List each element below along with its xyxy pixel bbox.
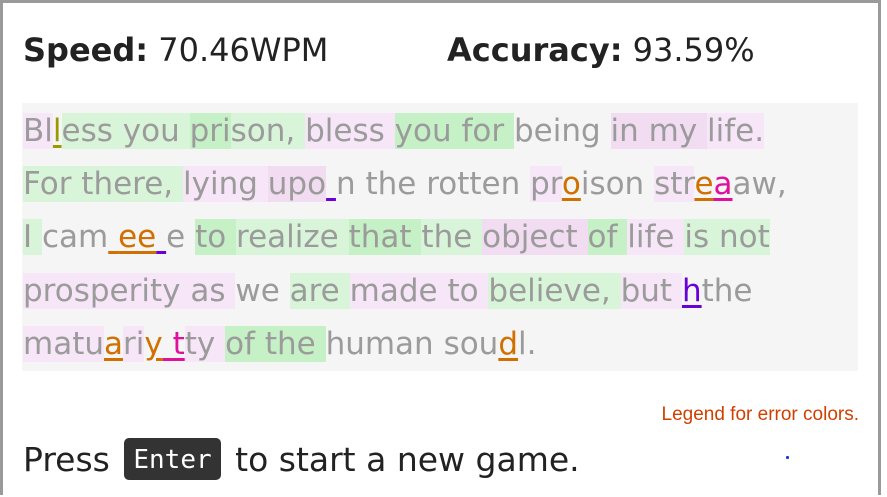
passage-segment: realize xyxy=(236,219,349,255)
passage-segment: object xyxy=(482,219,588,255)
passage-segment: we xyxy=(235,273,290,309)
passage-line: prosperity as we are made to believe, bu… xyxy=(23,271,752,311)
passage-segment: human xyxy=(325,326,444,362)
error-char: a xyxy=(104,326,123,362)
passage-segment: ess xyxy=(61,113,123,149)
passage-segment: the xyxy=(701,273,753,309)
speed-label: Speed: xyxy=(23,31,149,69)
accuracy-label: Accuracy: xyxy=(447,31,623,69)
passage-line: I cam ee e to realize that the object of… xyxy=(23,217,770,257)
passage-segment: I xyxy=(23,219,42,255)
error-char xyxy=(156,219,166,255)
passage-segment: bless xyxy=(305,113,395,149)
error-char: o xyxy=(561,166,581,202)
passage-segment: n xyxy=(335,166,366,202)
passage-segment: there, xyxy=(81,166,184,202)
passage-segment: ri xyxy=(123,326,145,362)
passage-segment: you xyxy=(122,113,190,149)
passage-segment: made xyxy=(349,273,448,309)
error-char: d xyxy=(498,326,519,362)
speed-stat: Speed: 70.46WPM xyxy=(23,30,328,70)
passage-segment: believe, xyxy=(488,273,621,309)
passage-segment: rotten xyxy=(426,166,531,202)
passage-segment: aw, xyxy=(732,166,787,202)
error-char: y xyxy=(144,326,163,362)
passage-segment: pri xyxy=(189,113,231,149)
passage-segment: matu xyxy=(23,326,104,362)
typed-passage: Blless you prison, bless you for being i… xyxy=(22,103,858,371)
passage-segment: the xyxy=(264,326,326,362)
passage-segment: str xyxy=(654,166,695,202)
passage-segment: of xyxy=(587,219,628,255)
passage-segment: lying xyxy=(183,166,268,202)
passage-segment: sou xyxy=(443,326,499,362)
prompt-before: Press xyxy=(23,440,110,479)
error-char xyxy=(163,326,173,362)
accuracy-value: 93.59% xyxy=(632,31,755,69)
error-char: l xyxy=(52,113,62,149)
accuracy-stat: Accuracy: 93.59% xyxy=(447,30,755,70)
passage-segment: to xyxy=(447,273,489,309)
prompt-after: to start a new game. xyxy=(235,440,580,479)
passage-segment: as xyxy=(190,273,236,309)
error-legend-link[interactable]: Legend for error colors. xyxy=(662,404,860,426)
passage-segment: l. xyxy=(518,326,537,362)
passage-segment: life xyxy=(627,219,685,255)
passage-segment: in xyxy=(610,113,649,149)
passage-line: Blless you prison, bless you for being i… xyxy=(23,111,765,151)
error-char: e xyxy=(694,166,714,202)
passage-segment: the xyxy=(365,166,427,202)
new-game-prompt: Press Enter to start a new game. xyxy=(23,438,580,482)
passage-segment: but xyxy=(620,273,682,309)
speed-value: 70.46WPM xyxy=(158,31,329,69)
passage-segment: for xyxy=(461,113,514,149)
passage-segment: my xyxy=(648,113,708,149)
passage-segment: cam xyxy=(42,219,109,255)
passage-segment: being xyxy=(513,113,611,149)
passage-segment: l xyxy=(44,113,53,149)
passage-segment: e xyxy=(166,219,196,255)
error-char: a xyxy=(713,166,733,202)
passage-segment: B xyxy=(23,113,45,149)
passage-segment: are xyxy=(289,273,350,309)
passage-segment: prosperity xyxy=(23,273,191,309)
passage-segment: you xyxy=(394,113,462,149)
passage-segment: is xyxy=(684,219,719,255)
passage-segment: life. xyxy=(707,113,765,149)
error-char: ee xyxy=(118,219,157,255)
passage-segment: of xyxy=(225,326,265,362)
passage-segment: to xyxy=(195,219,237,255)
error-char: h xyxy=(681,273,702,309)
error-char xyxy=(326,166,336,202)
passage-segment: not xyxy=(718,219,770,255)
passage-line: matuariy tty of the human soudl. xyxy=(23,324,536,364)
passage-segment: the xyxy=(421,219,483,255)
passage-segment: upo xyxy=(267,166,327,202)
cursor-dot xyxy=(786,456,789,459)
error-char: t xyxy=(172,326,185,362)
passage-segment: For xyxy=(23,166,82,202)
passage-segment: pr xyxy=(530,166,562,202)
passage-line: For there, lying upo n the rotten proiso… xyxy=(23,164,787,204)
passage-segment: ison xyxy=(580,166,655,202)
error-char xyxy=(108,219,118,255)
enter-key[interactable]: Enter xyxy=(124,438,221,480)
passage-segment: son, xyxy=(230,113,306,149)
passage-segment: ty xyxy=(184,326,226,362)
passage-segment: that xyxy=(348,219,422,255)
